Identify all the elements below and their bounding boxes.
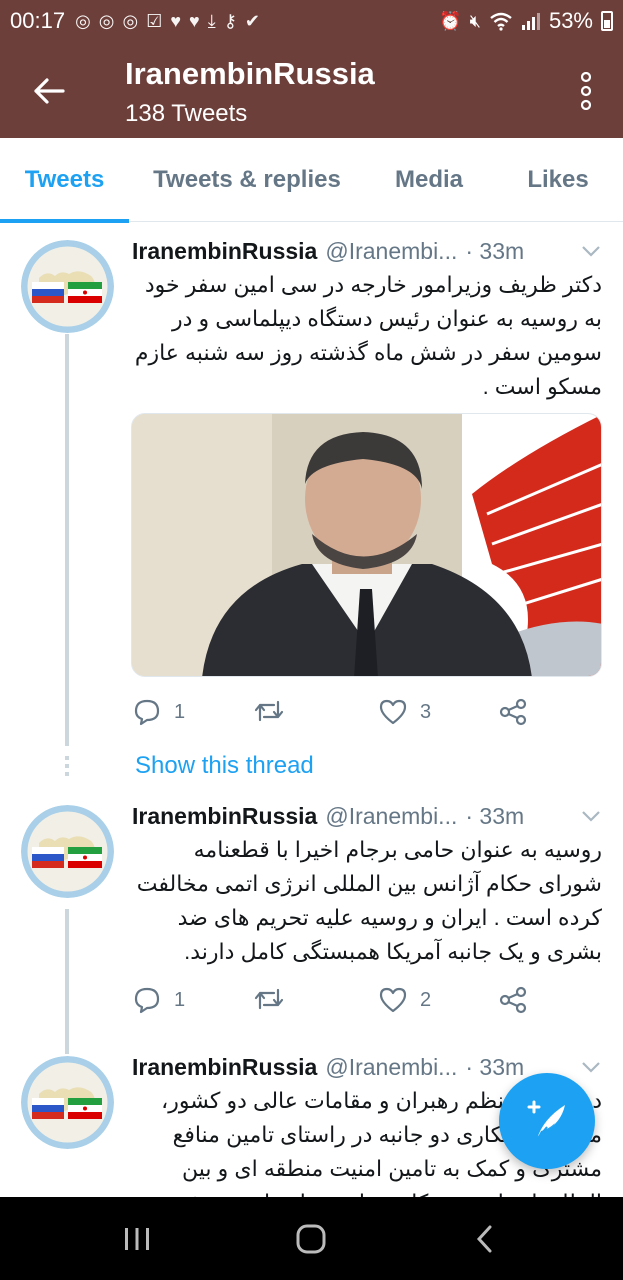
reply-icon: [134, 699, 160, 726]
thread-dots: [65, 772, 69, 776]
system-navigation-bar: [0, 1197, 623, 1280]
like-button[interactable]: 3: [378, 698, 431, 726]
tab-tweets[interactable]: Tweets: [0, 138, 129, 223]
notification-icons: ◎ ◎ ◎ ☑ ♥ ♥ ⤓ ⚷ ✔: [75, 11, 260, 32]
thread-line: [65, 334, 69, 746]
more-options-icon[interactable]: [571, 68, 601, 114]
like-button[interactable]: 2: [378, 986, 431, 1014]
author-handle[interactable]: @Iranembi...: [325, 803, 457, 830]
retweet-icon: [254, 700, 284, 722]
instagram-icon: ◎: [122, 10, 139, 31]
home-icon[interactable]: [289, 1217, 333, 1261]
show-thread-link[interactable]: Show this thread: [135, 752, 314, 780]
tweet-text: دکتر ظریف وزیرامور خارجه در سی امین سفر …: [134, 272, 602, 399]
author-name[interactable]: IranembinRussia: [132, 803, 317, 830]
tweet-header: IranembinRussia @Iranembi... · 33m: [132, 801, 603, 831]
tab-media[interactable]: Media: [365, 138, 493, 222]
profile-tabs: Tweets Tweets & replies Media Likes: [0, 138, 623, 223]
share-button[interactable]: [498, 698, 528, 726]
chevron-down-icon[interactable]: [579, 804, 603, 828]
wifi-icon: [490, 12, 512, 31]
tweet-text: روسیه به عنوان حامی برجام اخیرا با قطعنا…: [136, 837, 602, 964]
reply-count: 1: [174, 988, 186, 1011]
tweet-time: · 33m: [465, 237, 525, 264]
instagram-icon: ◎: [75, 10, 91, 31]
tweet-header: IranembinRussia @Iranembi... · 33m: [132, 236, 603, 266]
retweet-icon: [254, 988, 284, 1010]
author-handle[interactable]: @Iranembi...: [325, 1054, 457, 1081]
tweet-card[interactable]: IranembinRussia @Iranembi... · 33m روسیه…: [0, 797, 623, 1054]
system-icons: ⏰ 🔇︎ 53%: [439, 8, 613, 34]
avatar[interactable]: [21, 1056, 114, 1149]
share-button[interactable]: [498, 986, 528, 1014]
status-bar: 00:17 ◎ ◎ ◎ ☑ ♥ ♥ ⤓ ⚷ ✔ ⏰ 🔇︎ 53%: [0, 0, 623, 42]
author-handle[interactable]: @Iranembi...: [325, 238, 457, 265]
thread-dots: [65, 764, 69, 768]
checkbox-icon: ☑: [146, 10, 163, 31]
instagram-icon: ◎: [98, 10, 115, 31]
status-time: 00:17: [10, 8, 66, 33]
author-name[interactable]: IranembinRussia: [132, 1054, 317, 1081]
tab-likes[interactable]: Likes: [493, 138, 623, 222]
heart-icon: ♥: [189, 10, 200, 31]
tweet-actions: 1 2: [132, 986, 552, 1016]
heart-icon: [379, 699, 407, 725]
avatar[interactable]: [21, 240, 114, 333]
recent-apps-icon[interactable]: [115, 1217, 159, 1261]
battery-percentage: 53%: [548, 8, 593, 33]
profile-app-bar: IranembinRussia 138 Tweets: [0, 42, 623, 138]
reply-count: 1: [174, 700, 186, 723]
reply-icon: [134, 987, 160, 1014]
retweet-button[interactable]: [252, 986, 298, 1012]
key-icon: ⚷: [223, 10, 237, 31]
thread-dots: [65, 756, 69, 760]
tweet-count: 138 Tweets: [125, 100, 248, 127]
retweet-button[interactable]: [252, 698, 298, 724]
like-count: 2: [420, 988, 432, 1011]
signal-icon: [521, 13, 540, 30]
tweet-time: · 33m: [465, 1053, 525, 1080]
reply-button[interactable]: 1: [132, 986, 185, 1014]
download-icon: ⤓: [207, 10, 216, 31]
share-icon: [499, 986, 527, 1014]
tweet-feed: IranembinRussia @Iranembi... · 33m دکتر …: [0, 222, 623, 1197]
profile-title: IranembinRussia: [125, 56, 375, 91]
mute-icon: 🔇︎: [469, 10, 481, 31]
back-nav-icon[interactable]: [463, 1217, 507, 1261]
tab-tweets-and-replies[interactable]: Tweets & replies: [129, 138, 365, 222]
chevron-down-icon[interactable]: [579, 239, 603, 263]
thread-line: [65, 909, 69, 1054]
author-name[interactable]: IranembinRussia: [132, 238, 317, 265]
battery-icon: [601, 11, 613, 31]
reply-button[interactable]: 1: [132, 698, 185, 726]
tweet-card[interactable]: IranembinRussia @Iranembi... · 33m دکتر …: [0, 222, 623, 797]
heart-icon: [379, 987, 407, 1013]
compose-tweet-button[interactable]: [499, 1073, 595, 1169]
tweet-time: · 33m: [465, 802, 525, 829]
heart-icon: ♥: [170, 10, 182, 31]
like-count: 3: [420, 700, 432, 723]
share-icon: [499, 698, 527, 726]
tweet-actions: 1 3: [132, 698, 552, 728]
avatar[interactable]: [21, 805, 114, 898]
back-arrow-icon[interactable]: [26, 68, 72, 114]
tweet-photo[interactable]: [131, 413, 602, 677]
compose-feather-icon: [527, 1100, 565, 1140]
chevron-down-icon[interactable]: [579, 1055, 603, 1079]
check-icon: ✔: [244, 10, 260, 31]
alarm-icon: ⏰: [439, 10, 462, 31]
